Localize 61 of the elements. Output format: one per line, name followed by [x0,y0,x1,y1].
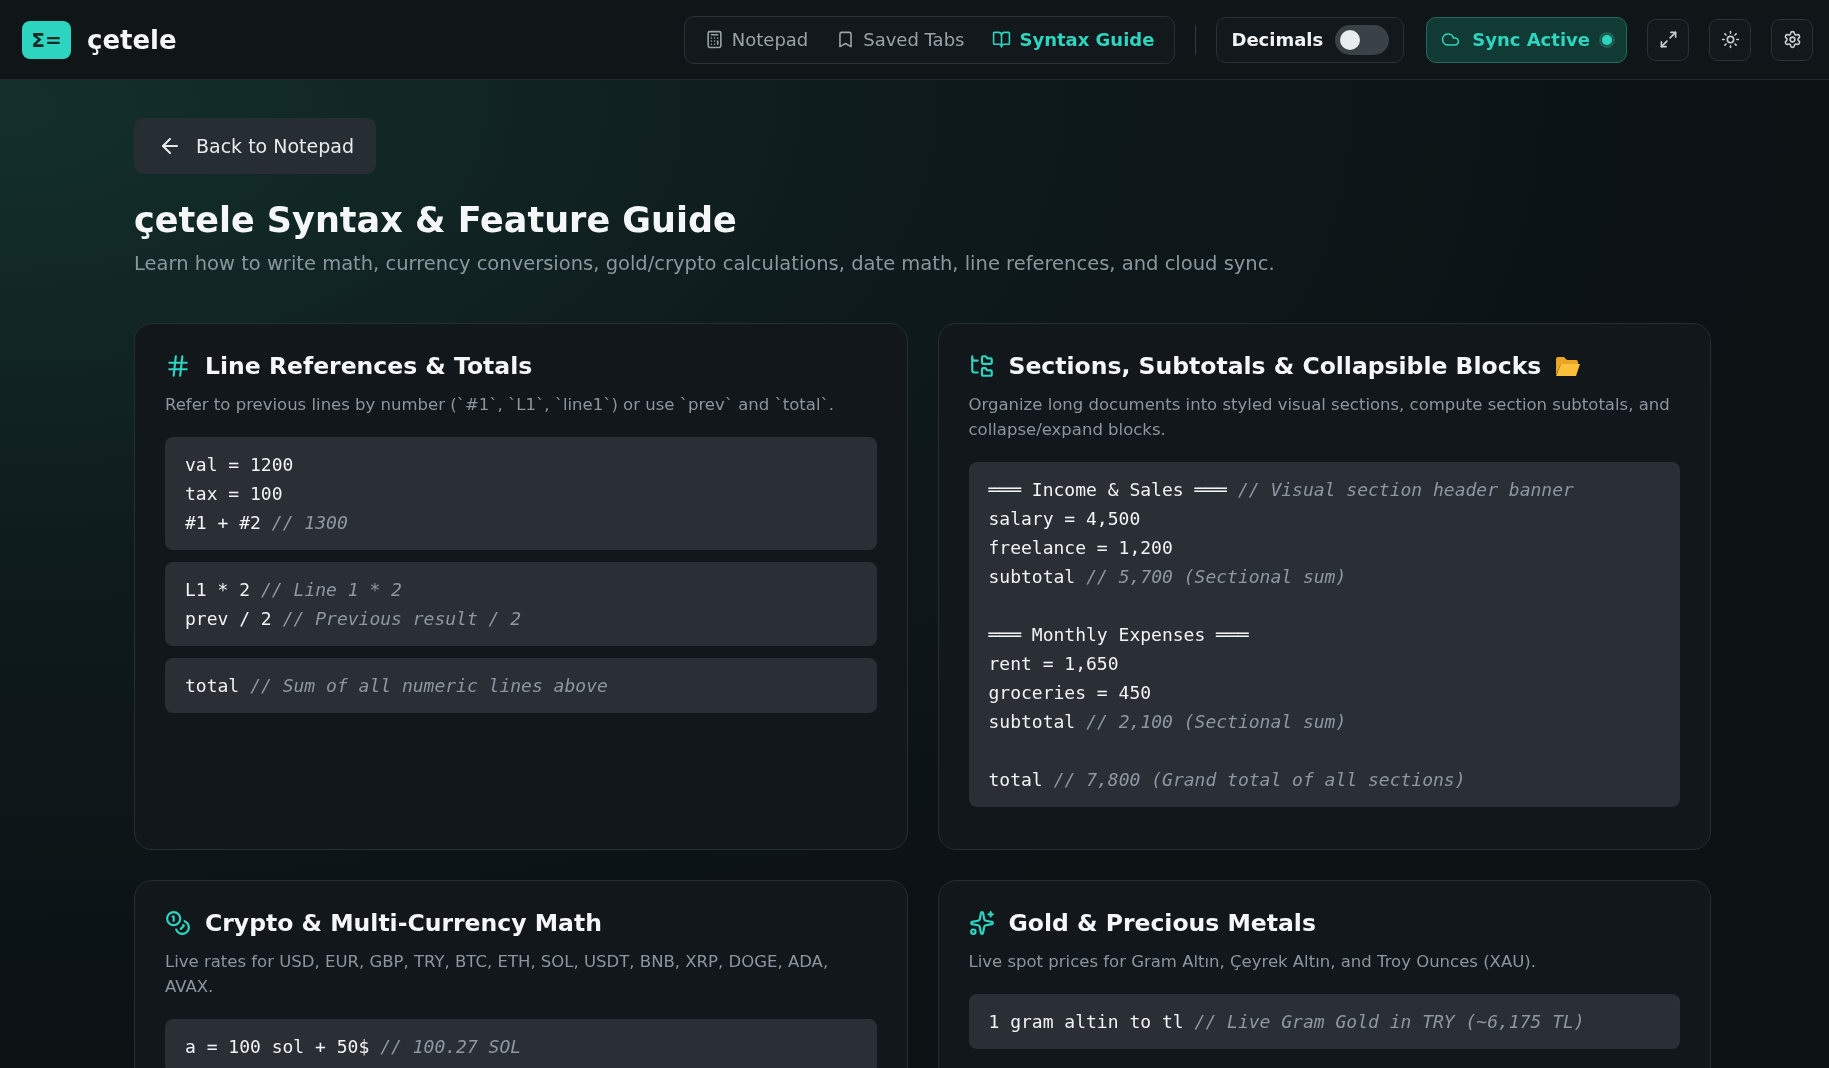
code-text: rent = 1,650 [988,652,1119,676]
code-comment: // 100.27 SOL [380,1035,522,1059]
code-text: a = 100 sol + 50$ [185,1035,370,1059]
card-description: Organize long documents into styled visual sections, compute section subtotals, and collapse/expand blocks. [968,394,1671,441]
card-title: Sections, Subtotals & Collapsible Blocks [1008,352,1542,380]
code-text: groceries = 450 [988,681,1152,705]
code-text: subtotal [988,565,1076,589]
logo: Σ= [22,20,71,59]
card-description: Live rates for USD, EUR, GBP, TRY, BTC, ETH, SOL, USDT, BNB, XRP, DOGE, ADA, AVAX. [165,951,830,998]
code-comment: // 1300 [271,511,348,535]
nav-tab[interactable]: Syntax Guide [980,29,1167,50]
card-title: Gold & Precious Metals [1008,909,1316,937]
code-comment: // 2,100 (Sectional sum) [1086,710,1347,734]
code-text: total [988,768,1043,792]
expand-icon [1658,30,1678,49]
back-button[interactable]: Back to Notepad [134,118,377,174]
nav-tab[interactable]: Saved Tabs [824,29,977,50]
book-icon [992,30,1012,49]
fullscreen-button[interactable] [1647,18,1689,61]
code-text: prev / 2 [185,607,272,631]
hash-icon [165,353,191,379]
page-subtitle: Learn how to write math, currency conversions, gold/crypto calculations, date math, line references, and cloud sync. [134,252,1276,275]
settings-icon [1782,30,1802,49]
settings-button[interactable] [1771,18,1813,61]
code-comment: // Line 1 * 2 [261,578,402,602]
code-text: val = 1200 [185,453,294,477]
code-text: ═══ Monthly Expenses ═══ [988,623,1249,647]
code-text: total [185,674,240,698]
card-title: Line References & Totals [205,352,533,380]
theme-button[interactable] [1709,18,1751,61]
code-text: ═══ Income & Sales ═══ [988,478,1227,502]
code-comment: // Sum of all numeric lines above [250,674,608,698]
card-title: Crypto & Multi-Currency Math [205,909,602,937]
decimals-label: Decimals [1231,29,1324,50]
code-comment: // Live Gram Gold in TRY (~6,175 TL) [1194,1010,1585,1034]
code-comment: // 7,800 (Grand total of all sections) [1053,768,1466,792]
code-text: subtotal [988,710,1076,734]
sun-icon [1720,30,1740,49]
decimals-switch[interactable] [1335,24,1390,55]
sparkles-icon [968,910,995,936]
code-text: freelance = 1,200 [988,536,1173,560]
code-comment: // Previous result / 2 [282,607,522,631]
folder-icon [1555,355,1582,377]
code-text: salary = 4,500 [988,507,1141,531]
code-comment: // 5,700 (Sectional sum) [1086,565,1347,589]
sync-label: Sync Active [1472,29,1590,50]
sync-status-button[interactable]: Sync Active [1426,16,1627,63]
nav-tab[interactable]: Notepad [692,29,821,50]
folder-tree-icon [968,353,995,379]
calculator-icon [704,30,724,49]
code-text: L1 * 2 [185,578,251,602]
code-text: #1 + #2 [185,511,261,535]
cloud-icon [1441,30,1461,49]
brand-name: çetele [87,24,177,55]
card-description: Live spot prices for Gram Altın, Çeyrek Altın, and Troy Ounces (XAU). [968,951,1537,973]
card-description: Refer to previous lines by number (`#1`, `L1`, `line1`) or use `prev` and `total`. [165,394,835,416]
coins-icon [165,910,191,936]
page-title: çetele Syntax & Feature Guide [134,200,738,240]
code-text: 1 gram altin to tl [988,1010,1184,1034]
code-comment: // Visual section header banner [1237,478,1574,502]
code-text: tax = 100 [185,482,283,506]
